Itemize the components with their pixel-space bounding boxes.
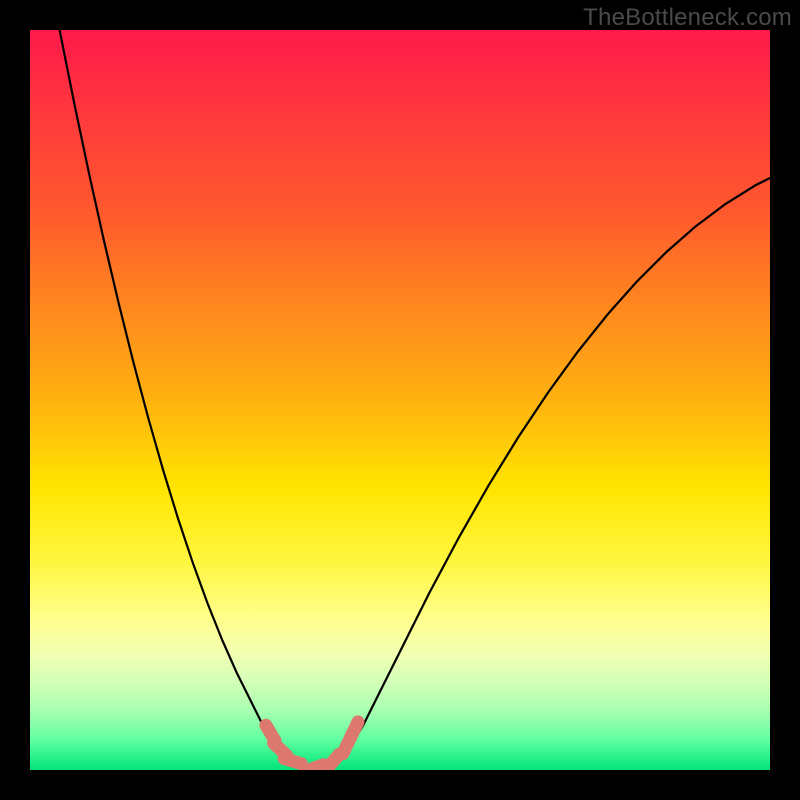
chart-svg bbox=[30, 30, 770, 770]
plot-frame bbox=[30, 30, 770, 770]
gradient-background bbox=[30, 30, 770, 770]
watermark-text: TheBottleneck.com bbox=[583, 4, 792, 32]
highlight-dot bbox=[350, 722, 358, 738]
highlight-dot bbox=[306, 765, 323, 770]
highlight-dot bbox=[284, 759, 301, 764]
